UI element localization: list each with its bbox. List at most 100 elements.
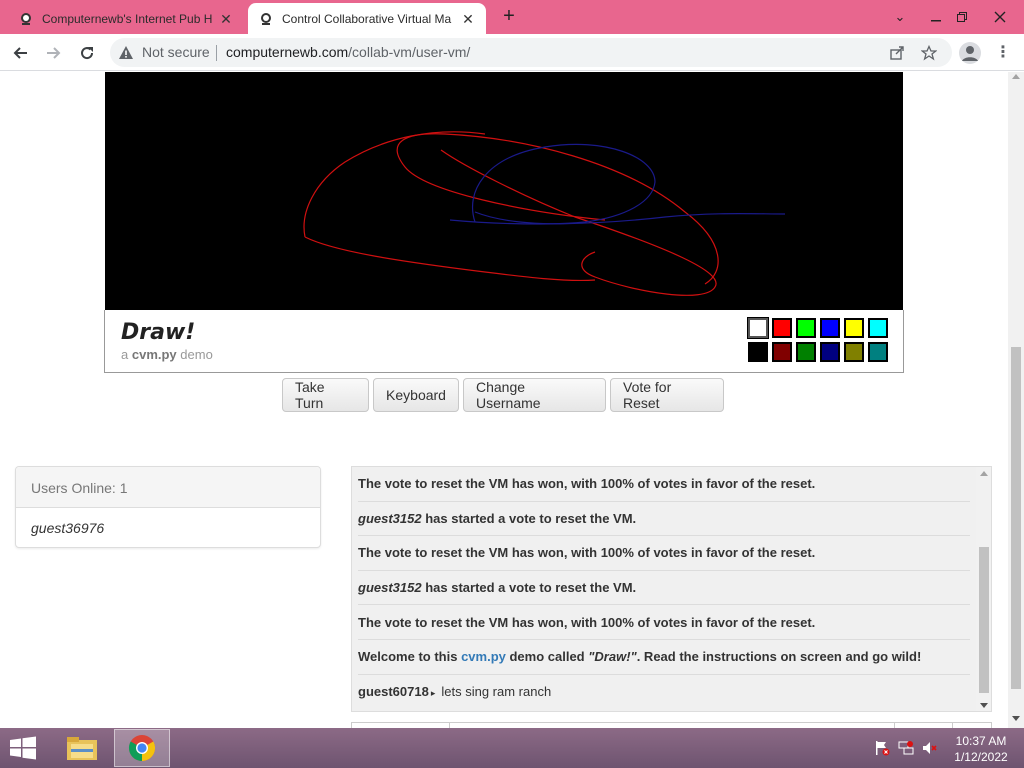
chat-quote: "Draw!": [588, 649, 637, 665]
clock-time: 10:37 AM: [955, 734, 1007, 748]
vm-title: Draw!: [121, 320, 196, 345]
url-text[interactable]: computernewb.com/collab-vm/user-vm/: [226, 44, 470, 60]
color-swatch[interactable]: [820, 318, 840, 338]
share-icon[interactable]: [888, 44, 906, 62]
chat-message-list: The vote to reset the VM has won, with 1…: [352, 467, 976, 709]
color-swatch[interactable]: [868, 342, 888, 362]
color-swatch[interactable]: [772, 318, 792, 338]
chat-text: has started a vote to reset the VM.: [421, 580, 637, 596]
profile-avatar-icon[interactable]: [959, 42, 981, 64]
action-center-flag-icon[interactable]: [874, 740, 890, 756]
close-tab-icon[interactable]: ✕: [460, 11, 476, 27]
subtitle-prefix: a: [121, 347, 129, 362]
chat-username: guest3152: [358, 580, 422, 596]
security-label[interactable]: Not secure: [142, 44, 210, 60]
tab-search-icon[interactable]: ⌄: [884, 0, 916, 34]
reload-icon[interactable]: [76, 42, 98, 64]
color-swatch[interactable]: [772, 342, 792, 362]
cvm-py-link[interactable]: cvm.py: [461, 649, 506, 664]
tab-title: Control Collaborative Virtual Ma: [282, 11, 452, 26]
chat-message: guest3152 has started a vote to reset th…: [358, 502, 970, 537]
back-arrow-icon[interactable]: [10, 42, 32, 64]
color-swatch[interactable]: [796, 318, 816, 338]
color-swatch[interactable]: [796, 342, 816, 362]
chat-system-text: The vote to reset the VM has won, with 1…: [358, 614, 816, 630]
color-swatch[interactable]: [868, 318, 888, 338]
chrome-taskbar-icon[interactable]: [114, 729, 170, 767]
chat-username: guest60718: [358, 684, 429, 700]
scroll-down-arrow-icon[interactable]: [980, 703, 988, 708]
chat-text: Welcome to this: [358, 649, 462, 665]
computernewb-favicon-icon: [261, 12, 271, 25]
color-swatch[interactable]: [844, 342, 864, 362]
vote-reset-button[interactable]: Vote for Reset: [610, 378, 724, 412]
bookmark-star-icon[interactable]: [920, 44, 938, 62]
color-swatch[interactable]: [748, 318, 768, 338]
tab-title: Computernewb's Internet Pub H: [42, 11, 212, 26]
address-bar[interactable]: Not secure computernewb.com/collab-vm/us…: [110, 38, 952, 67]
restore-button[interactable]: [946, 0, 978, 34]
close-window-button[interactable]: [984, 0, 1016, 34]
page-scrollbar[interactable]: [1008, 72, 1024, 728]
vm-subtitle: a cvm.py demo: [121, 347, 213, 362]
chat-panel: The vote to reset the VM has won, with 1…: [351, 466, 992, 712]
chat-message: guest60718 ▸ lets sing ram ranch: [358, 675, 970, 710]
take-turn-button[interactable]: Take Turn: [282, 378, 369, 412]
vm-drawing-canvas[interactable]: [105, 72, 903, 310]
url-host: computernewb.com: [226, 44, 349, 60]
file-explorer-icon[interactable]: [54, 729, 110, 767]
users-online-panel: Users Online: 1 guest36976: [15, 466, 321, 548]
vm-caption-bar: Draw! a cvm.py demo: [104, 310, 904, 373]
browser-tab-bar: Computernewb's Internet Pub H ✕ Control …: [0, 0, 1024, 34]
scroll-up-arrow-icon[interactable]: [980, 471, 988, 476]
chat-message: The vote to reset the VM has won, with 1…: [358, 605, 970, 640]
new-tab-button[interactable]: +: [499, 6, 519, 26]
vm-action-buttons: Take Turn Keyboard Change Username Vote …: [282, 378, 724, 412]
chat-scrollbar[interactable]: [976, 467, 991, 711]
chat-message: guest3152 has started a vote to reset th…: [358, 571, 970, 606]
chat-message: The vote to reset the VM has won, with 1…: [358, 467, 970, 502]
chat-system-text: The vote to reset the VM has won, with 1…: [358, 545, 816, 561]
chat-message: Welcome to this cvm.py demo called "Draw…: [358, 640, 970, 675]
browser-menu-icon[interactable]: ⋮: [995, 43, 1011, 63]
scroll-thumb[interactable]: [1011, 347, 1021, 689]
chat-system-text: The vote to reset the VM has won, with 1…: [358, 476, 816, 492]
computernewb-favicon-icon: [21, 12, 31, 25]
users-online-header: Users Online: 1: [16, 467, 320, 508]
clock-date: 1/12/2022: [954, 750, 1008, 764]
scroll-thumb[interactable]: [979, 547, 989, 693]
keyboard-button[interactable]: Keyboard: [373, 378, 459, 412]
scroll-down-arrow-icon[interactable]: [1012, 716, 1020, 721]
chat-username: guest3152: [358, 510, 422, 526]
browser-tab-cvm[interactable]: Control Collaborative Virtual Ma ✕: [248, 3, 486, 34]
subtitle-suffix: demo: [180, 347, 213, 362]
change-username-button[interactable]: Change Username: [463, 378, 606, 412]
subtitle-bold: cvm.py: [131, 347, 177, 362]
windows-taskbar: 10:37 AM 1/12/2022: [0, 728, 1024, 768]
browser-toolbar: Not secure computernewb.com/collab-vm/us…: [0, 34, 1024, 71]
chat-text: demo called: [505, 649, 589, 665]
close-tab-icon[interactable]: ✕: [218, 11, 234, 27]
color-swatch[interactable]: [748, 342, 768, 362]
chat-text: . Read the instructions on screen and go…: [636, 649, 922, 665]
page-viewport: Draw! a cvm.py demo Take Turn Keyboard C…: [0, 72, 1008, 728]
color-palette: [748, 318, 888, 362]
color-swatch[interactable]: [844, 318, 864, 338]
color-swatch[interactable]: [820, 342, 840, 362]
forward-arrow-icon[interactable]: [42, 42, 64, 64]
user-list-item[interactable]: guest36976: [16, 508, 320, 548]
windows-start-icon[interactable]: [8, 736, 38, 760]
scroll-up-arrow-icon[interactable]: [1012, 74, 1020, 79]
chat-text: lets sing ram ranch: [441, 684, 552, 700]
chat-text: has started a vote to reset the VM.: [421, 510, 637, 526]
vm-display[interactable]: [105, 72, 903, 310]
chat-arrow-icon: ▸: [430, 688, 436, 699]
network-icon[interactable]: [898, 740, 914, 756]
warning-icon[interactable]: [118, 45, 134, 61]
volume-muted-icon[interactable]: [922, 740, 938, 756]
taskbar-clock[interactable]: 10:37 AM 1/12/2022: [948, 733, 1014, 765]
divider: [216, 45, 217, 61]
chat-message: The vote to reset the VM has won, with 1…: [358, 536, 970, 571]
url-path: /collab-vm/user-vm/: [348, 44, 471, 60]
browser-tab-pub[interactable]: Computernewb's Internet Pub H ✕: [8, 3, 244, 34]
